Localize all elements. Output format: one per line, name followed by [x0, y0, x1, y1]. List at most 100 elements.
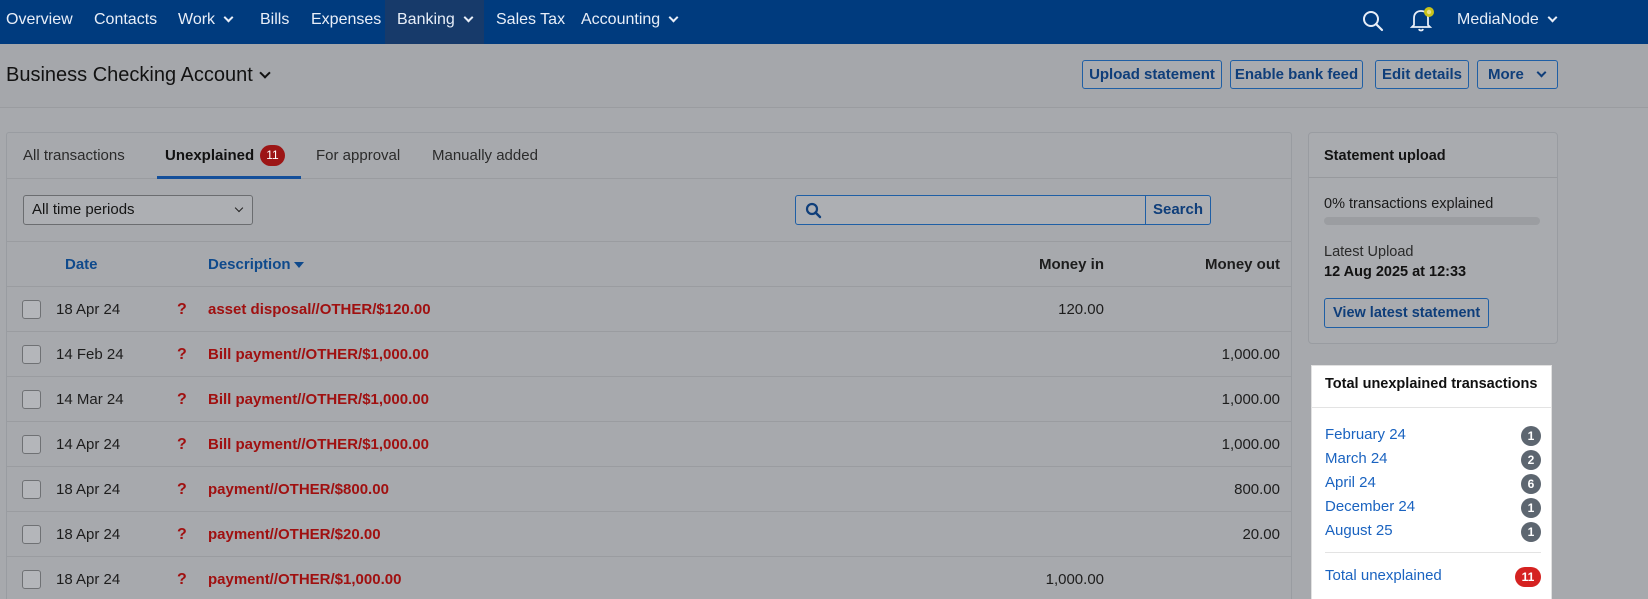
chevron-down-icon [259, 67, 271, 79]
row-checkbox[interactable] [22, 435, 41, 454]
chevron-down-icon [463, 12, 474, 23]
nav-bills[interactable]: Bills [260, 0, 289, 44]
column-description-label: Description [208, 256, 291, 273]
nav-work-label: Work [178, 11, 216, 28]
column-money-in: Money in [1038, 256, 1104, 273]
transaction-tabs: All transactions Unexplained 11 For appro… [7, 133, 1291, 179]
row-money-out: 800.00 [1234, 481, 1280, 498]
month-count-badge: 1 [1521, 498, 1541, 518]
card-divider [1309, 177, 1557, 178]
unexplained-summary-title: Total unexplained transactions [1325, 376, 1538, 392]
table-row[interactable]: 14 Apr 24 ? Bill payment//OTHER/$1,000.0… [7, 422, 1291, 467]
total-unexplained-link[interactable]: Total unexplained [1325, 565, 1442, 587]
month-link[interactable]: August 25 [1325, 520, 1393, 542]
unexplained-summary-card: Total unexplained transactions February … [1311, 365, 1552, 599]
top-navigation: Overview Contacts Work Bills Expenses Ba… [0, 0, 1648, 44]
row-date: 18 Apr 24 [56, 526, 121, 543]
nav-banking[interactable]: Banking [385, 0, 484, 44]
account-menu[interactable]: MediaNode [1457, 0, 1558, 44]
statement-upload-title: Statement upload [1324, 148, 1446, 164]
edit-details-button[interactable]: Edit details [1375, 60, 1469, 89]
sort-desc-icon [293, 262, 304, 268]
month-link[interactable]: March 24 [1325, 448, 1388, 470]
month-row: February 24 1 [1325, 424, 1541, 448]
row-description[interactable]: payment//OTHER/$800.00 [208, 467, 389, 512]
search-icon[interactable] [1361, 9, 1385, 33]
explained-percentage: 0% transactions explained [1324, 196, 1494, 212]
nav-bills-label: Bills [260, 11, 290, 28]
unexplained-status-icon: ? [177, 436, 187, 453]
statement-upload-card: Statement upload 0% transactions explain… [1308, 132, 1558, 344]
account-name: MediaNode [1457, 11, 1539, 28]
nav-overview[interactable]: Overview [6, 0, 73, 44]
unexplained-status-icon: ? [177, 481, 187, 498]
row-checkbox[interactable] [22, 570, 41, 589]
chevron-down-icon [223, 12, 234, 23]
explained-progress-bar [1324, 217, 1540, 225]
nav-contacts[interactable]: Contacts [94, 0, 157, 44]
month-row: December 24 1 [1325, 496, 1541, 520]
month-row: August 25 1 [1325, 520, 1541, 544]
view-latest-statement-button[interactable]: View latest statement [1324, 298, 1490, 328]
month-row: April 24 6 [1325, 472, 1541, 496]
more-button[interactable]: More [1477, 60, 1558, 89]
table-row[interactable]: 18 Apr 24 ? asset disposal//OTHER/$120.0… [7, 287, 1291, 332]
nav-expenses-label: Expenses [311, 11, 382, 28]
tab-manually-added[interactable]: Manually added [432, 133, 538, 179]
upload-statement-button[interactable]: Upload statement [1082, 60, 1222, 89]
row-money-out: 1,000.00 [1221, 391, 1280, 408]
tab-all-transactions[interactable]: All transactions [23, 133, 125, 179]
nav-overview-label: Overview [6, 11, 73, 28]
row-checkbox[interactable] [22, 300, 41, 319]
table-row[interactable]: 14 Feb 24 ? Bill payment//OTHER/$1,000.0… [7, 332, 1291, 377]
row-date: 18 Apr 24 [56, 571, 121, 588]
unexplained-count-badge: 11 [260, 144, 285, 166]
row-date: 14 Feb 24 [56, 346, 124, 363]
unexplained-status-icon: ? [177, 391, 187, 408]
bell-icon[interactable] [1408, 3, 1436, 33]
row-description[interactable]: Bill payment//OTHER/$1,000.00 [208, 422, 429, 467]
row-money-out: 20.00 [1242, 526, 1280, 543]
table-row[interactable]: 14 Mar 24 ? Bill payment//OTHER/$1,000.0… [7, 377, 1291, 422]
chevron-down-icon [1547, 12, 1558, 23]
transactions-panel: All transactions Unexplained 11 For appro… [6, 132, 1292, 599]
row-description[interactable]: Bill payment//OTHER/$1,000.00 [208, 332, 429, 377]
row-checkbox[interactable] [22, 345, 41, 364]
row-description[interactable]: payment//OTHER/$1,000.00 [208, 557, 401, 599]
tab-unexplained[interactable]: Unexplained 11 [157, 133, 301, 179]
column-description[interactable]: Description [208, 242, 304, 287]
period-select[interactable]: All time periods [23, 195, 253, 225]
more-button-label: More [1488, 66, 1524, 83]
account-switcher[interactable]: Business Checking Account [6, 64, 271, 87]
row-description[interactable]: Bill payment//OTHER/$1,000.00 [208, 377, 429, 422]
table-row[interactable]: 18 Apr 24 ? payment//OTHER/$800.00 800.0… [7, 467, 1291, 512]
month-link[interactable]: April 24 [1325, 472, 1376, 494]
row-money-in: 1,000.00 [1045, 571, 1104, 588]
row-description[interactable]: payment//OTHER/$20.00 [208, 512, 381, 557]
row-checkbox[interactable] [22, 480, 41, 499]
month-link[interactable]: February 24 [1325, 424, 1406, 446]
nav-expenses[interactable]: Expenses [311, 0, 381, 44]
row-description[interactable]: asset disposal//OTHER/$120.00 [208, 287, 431, 332]
tab-for-approval[interactable]: For approval [316, 133, 400, 179]
month-count-badge: 1 [1521, 426, 1541, 446]
card-divider [1325, 552, 1541, 553]
nav-sales-tax[interactable]: Sales Tax [496, 0, 565, 44]
unexplained-status-icon: ? [177, 301, 187, 318]
tab-unexplained-label: Unexplained [165, 147, 255, 164]
chevron-down-icon [668, 12, 679, 23]
nav-work[interactable]: Work [178, 0, 234, 44]
table-row[interactable]: 18 Apr 24 ? payment//OTHER/$20.00 20.00 [7, 512, 1291, 557]
nav-accounting[interactable]: Accounting [581, 0, 679, 44]
card-divider [1312, 407, 1551, 408]
month-count-badge: 2 [1521, 450, 1541, 470]
row-checkbox[interactable] [22, 525, 41, 544]
page-title: Business Checking Account [6, 64, 253, 86]
column-date[interactable]: Date [65, 242, 98, 287]
month-link[interactable]: December 24 [1325, 496, 1415, 518]
row-checkbox[interactable] [22, 390, 41, 409]
search-button[interactable]: Search [1145, 196, 1210, 224]
table-row[interactable]: 18 Apr 24 ? payment//OTHER/$1,000.00 1,0… [7, 557, 1291, 599]
search-input[interactable] [830, 196, 1166, 224]
enable-bank-feed-button[interactable]: Enable bank feed [1230, 60, 1363, 89]
